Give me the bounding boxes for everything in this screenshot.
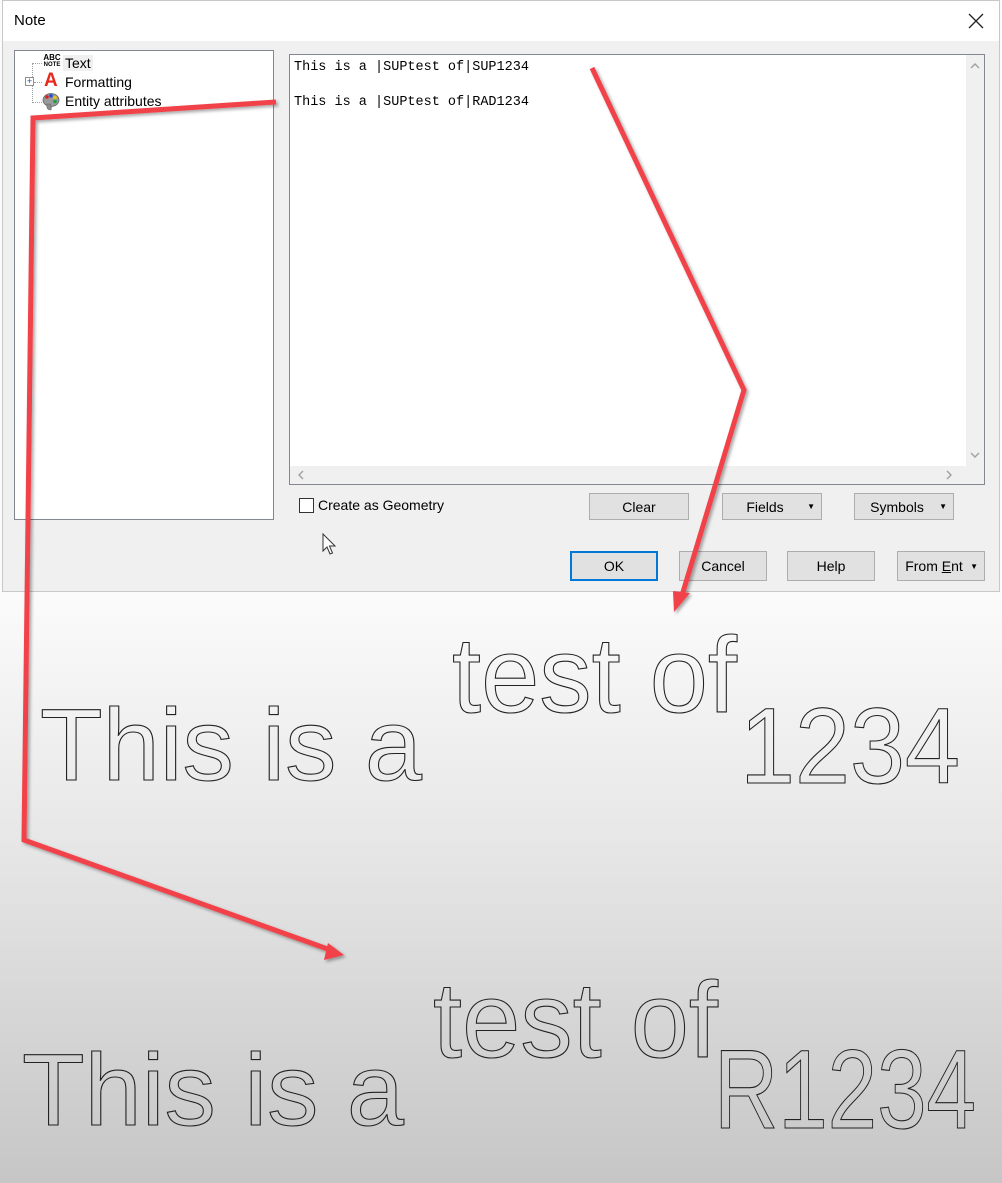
ok-button-label: OK xyxy=(603,558,625,574)
fields-button[interactable]: Fields ▼ xyxy=(722,493,822,520)
ok-button[interactable]: OK xyxy=(570,551,658,581)
from-ent-button-label: From Ent xyxy=(905,558,963,574)
dialog-title: Note xyxy=(14,12,46,29)
arrowhead-rad xyxy=(324,943,344,960)
clear-button-label: Clear xyxy=(622,498,656,515)
close-icon xyxy=(968,13,984,29)
sup-preview-trailing-text: 1234 xyxy=(740,685,960,806)
rad-preview-superscript-text: test of xyxy=(433,959,719,1080)
cancel-button[interactable]: Cancel xyxy=(679,551,767,581)
horizontal-scrollbar[interactable] xyxy=(290,466,984,484)
dropdown-arrow-icon: ▼ xyxy=(939,502,947,511)
sup-preview-main-text: This is a xyxy=(40,688,422,802)
arrowhead-sup xyxy=(673,591,690,612)
expand-icon[interactable]: + xyxy=(25,77,34,86)
sup-preview-superscript-text: test of xyxy=(452,614,738,735)
note-text-editor[interactable]: This is a |SUPtest of|SUP1234 This is a |… xyxy=(289,54,985,485)
clear-button[interactable]: Clear xyxy=(589,493,689,520)
tree-connector xyxy=(34,82,42,83)
chevron-up-icon[interactable] xyxy=(970,63,980,69)
editor-line: This is a |SUPtest of|SUP1234 xyxy=(294,60,529,75)
create-as-geometry-checkbox[interactable] xyxy=(299,497,314,513)
dropdown-arrow-icon: ▼ xyxy=(807,502,815,511)
note-text-content[interactable]: This is a |SUPtest of|SUP1234 This is a |… xyxy=(294,59,962,462)
tree-item-label: Text xyxy=(63,55,93,71)
vertical-scrollbar[interactable] xyxy=(966,55,984,466)
red-letter-a-icon: A xyxy=(44,70,58,91)
tree-item-label: Entity attributes xyxy=(65,93,162,109)
rad-preview-trailing-text: R1234 xyxy=(714,1027,976,1152)
help-button[interactable]: Help xyxy=(787,551,875,581)
chevron-right-icon[interactable] xyxy=(946,470,952,480)
mouse-pointer-icon xyxy=(322,533,337,555)
tree-item-label: Formatting xyxy=(65,74,132,90)
create-as-geometry-label: Create as Geometry xyxy=(318,497,445,513)
rad-preview-main-text: This is a xyxy=(22,1033,404,1147)
palette-icon xyxy=(42,93,60,111)
category-tree[interactable]: ABC NOTE Text + A Formatting Entity attr… xyxy=(14,50,274,520)
fields-button-label: Fields xyxy=(746,498,784,515)
note-dialog: Note ABC NOTE Text + A Formatting Entity… xyxy=(2,0,1000,592)
symbols-button[interactable]: Symbols ▼ xyxy=(854,493,954,520)
title-bar: Note xyxy=(3,1,999,41)
cancel-button-label: Cancel xyxy=(701,558,745,574)
sup-preview: This is a test of 1234 xyxy=(39,613,960,806)
from-ent-button[interactable]: From Ent ▼ xyxy=(897,551,985,581)
editor-line: This is a |SUPtest of|RAD1234 xyxy=(294,95,529,110)
abc-note-icon: ABC NOTE xyxy=(43,53,61,69)
chevron-down-icon[interactable] xyxy=(970,452,980,458)
create-as-geometry-option[interactable]: Create as Geometry xyxy=(299,497,444,513)
chevron-left-icon[interactable] xyxy=(298,470,304,480)
close-button[interactable] xyxy=(961,7,991,35)
help-button-label: Help xyxy=(816,558,846,574)
dropdown-arrow-icon: ▼ xyxy=(970,561,978,571)
symbols-button-label: Symbols xyxy=(870,498,924,515)
rad-preview: This is a test of R1234 xyxy=(21,958,976,1152)
